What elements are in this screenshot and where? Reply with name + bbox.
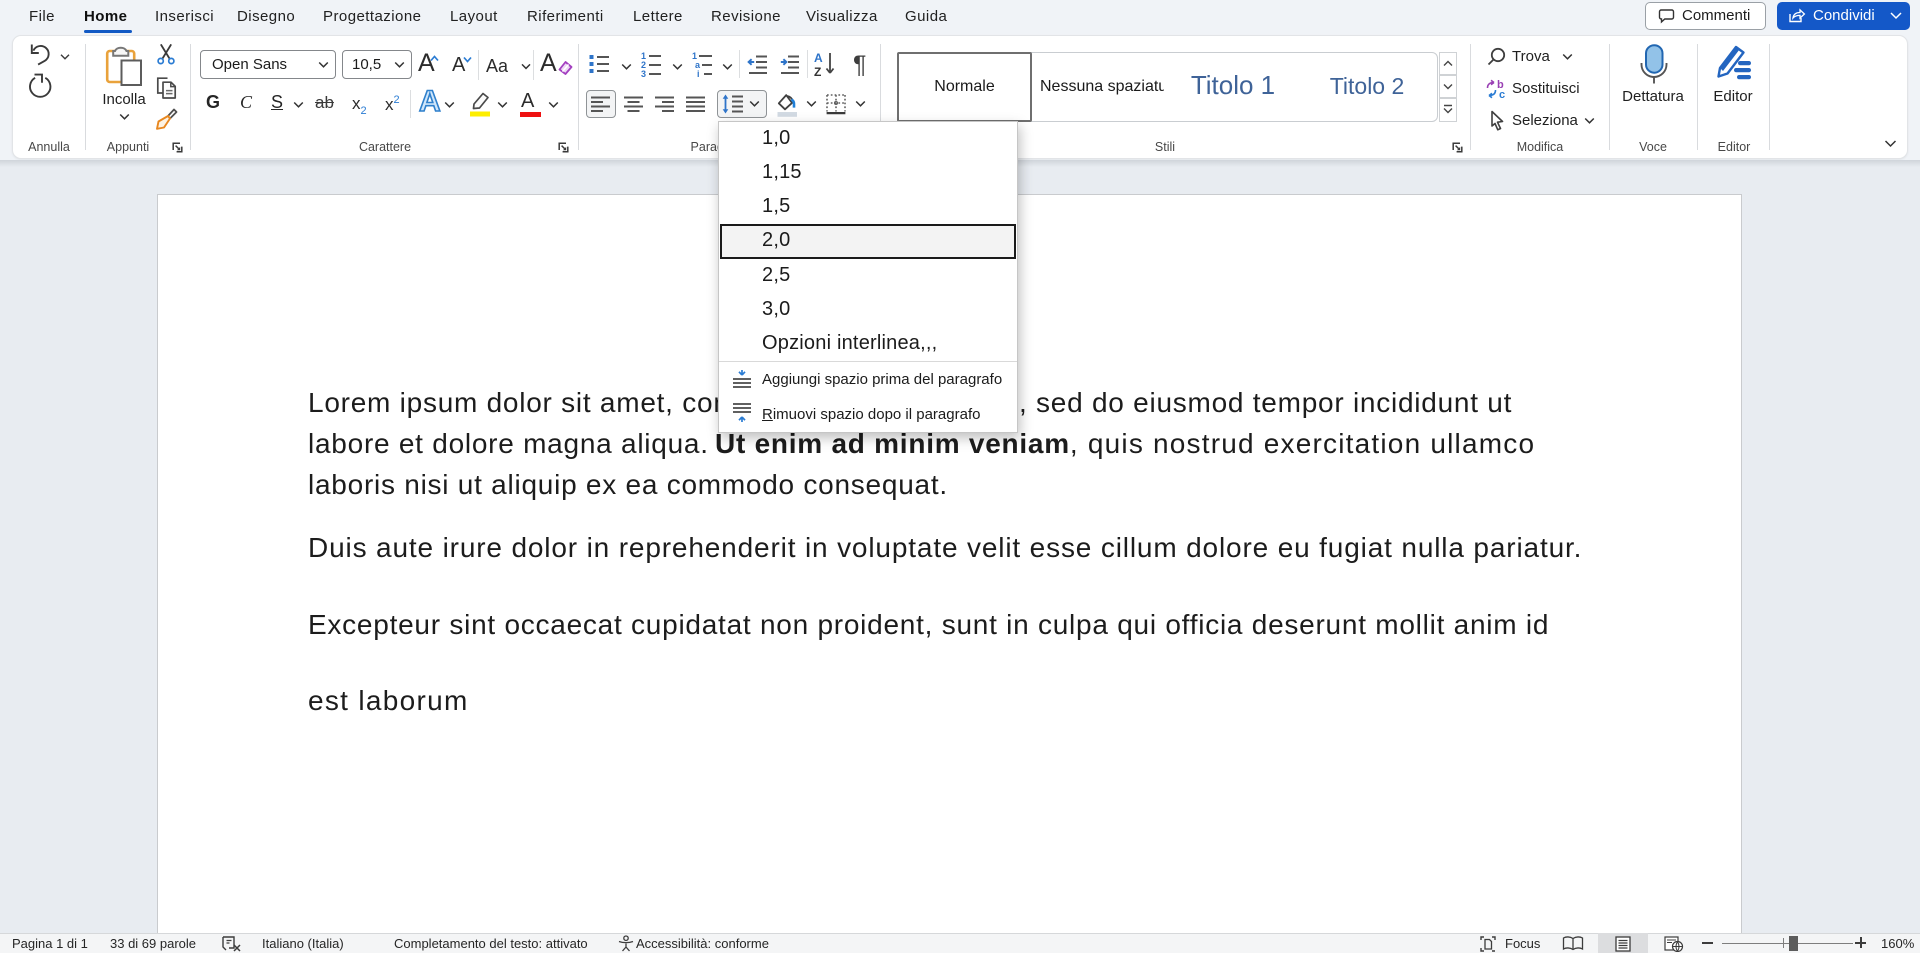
svg-text:3: 3 — [641, 69, 646, 77]
svg-text:A: A — [814, 51, 823, 65]
svg-text:i: i — [697, 69, 700, 77]
svg-text:c: c — [1499, 89, 1505, 99]
svg-text:Z: Z — [814, 65, 821, 77]
